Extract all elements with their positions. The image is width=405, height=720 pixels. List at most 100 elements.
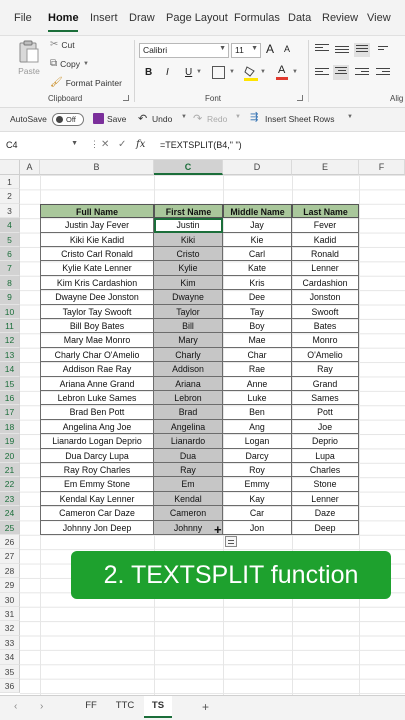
insert-rows-icon[interactable]: ⇶ bbox=[250, 112, 258, 123]
save-icon[interactable] bbox=[93, 113, 104, 124]
cell-full-name[interactable]: Charly Char O'Amelio bbox=[40, 347, 154, 363]
tab-review[interactable]: Review bbox=[322, 12, 358, 24]
save-button[interactable]: Save bbox=[107, 114, 126, 124]
cell-middle-name[interactable]: Kris bbox=[223, 275, 292, 291]
cell-last-name[interactable]: Ronald bbox=[292, 247, 359, 262]
row-header[interactable]: 9 bbox=[0, 290, 20, 305]
align-left-icon[interactable] bbox=[315, 68, 329, 78]
format-painter-button[interactable]: 🖌 Format Painter bbox=[50, 77, 122, 88]
row-header[interactable]: 3 bbox=[0, 203, 20, 219]
tab-page-layout[interactable]: Page Layout bbox=[166, 12, 228, 24]
tab-view[interactable]: View bbox=[367, 12, 391, 24]
row-header[interactable]: 21 bbox=[0, 463, 20, 478]
sheet-tab-ttc[interactable]: TTC bbox=[108, 696, 142, 718]
shrink-font-button[interactable]: A bbox=[284, 44, 290, 54]
cell-last-name[interactable]: Swooft bbox=[292, 304, 359, 319]
row-header[interactable]: 26 bbox=[0, 535, 20, 550]
cell-middle-name[interactable]: Kay bbox=[223, 491, 292, 507]
redo-button[interactable]: Redo bbox=[207, 114, 227, 124]
cell-middle-name[interactable]: Kie bbox=[223, 232, 292, 247]
bold-button[interactable]: B bbox=[145, 67, 152, 78]
cell-full-name[interactable]: Em Emmy Stone bbox=[40, 477, 154, 492]
cell-full-name[interactable]: Lianardo Logan Deprio bbox=[40, 434, 154, 449]
row-header[interactable]: 12 bbox=[0, 333, 20, 348]
font-launcher-icon[interactable] bbox=[297, 95, 303, 101]
cell-first-name[interactable]: Kylie bbox=[154, 261, 223, 276]
cell-middle-name[interactable]: Darcy bbox=[223, 448, 292, 463]
cell-last-name[interactable]: Deep bbox=[292, 520, 359, 535]
column-header-a[interactable]: A bbox=[20, 160, 40, 175]
add-sheet-icon[interactable]: + bbox=[202, 700, 209, 714]
font-size-select[interactable]: 11 ▼ bbox=[231, 43, 261, 58]
row-header[interactable]: 6 bbox=[0, 247, 20, 262]
cell-first-name[interactable]: Bill bbox=[154, 319, 223, 334]
cell-full-name[interactable]: Cameron Car Daze bbox=[40, 506, 154, 521]
cell-full-name[interactable]: Kim Kris Cardashion bbox=[40, 275, 154, 291]
grow-font-button[interactable]: A bbox=[266, 42, 274, 56]
cell-middle-name[interactable]: Luke bbox=[223, 391, 292, 406]
row-header[interactable]: 31 bbox=[0, 607, 20, 622]
tab-home[interactable]: Home bbox=[48, 12, 79, 24]
cell-full-name[interactable]: Addison Rae Ray bbox=[40, 362, 154, 377]
clipboard-launcher-icon[interactable] bbox=[123, 95, 129, 101]
cell-last-name[interactable]: Cardashion bbox=[292, 275, 359, 291]
next-sheet-icon[interactable]: › bbox=[40, 701, 43, 712]
cell-middle-name[interactable]: Dee bbox=[223, 290, 292, 305]
cell-first-name[interactable]: Justin bbox=[154, 218, 223, 233]
cell-last-name[interactable]: Pott bbox=[292, 405, 359, 420]
cell-first-name[interactable]: Lebron bbox=[154, 391, 223, 406]
cell-middle-name[interactable]: Tay bbox=[223, 304, 292, 319]
cell-middle-name[interactable]: Rae bbox=[223, 362, 292, 377]
cell-first-name[interactable]: Taylor bbox=[154, 304, 223, 319]
column-header-b[interactable]: B bbox=[40, 160, 154, 175]
cell-first-name[interactable]: Mary bbox=[154, 333, 223, 348]
cell-last-name[interactable]: Joe bbox=[292, 419, 359, 435]
cell-full-name[interactable]: Taylor Tay Swooft bbox=[40, 304, 154, 319]
name-box[interactable]: C4 ▼ bbox=[6, 138, 78, 154]
row-header[interactable]: 11 bbox=[0, 319, 20, 334]
header-full-name[interactable]: Full Name bbox=[40, 203, 154, 219]
cell-full-name[interactable]: Brad Ben Pott bbox=[40, 405, 154, 420]
cell-first-name[interactable]: Kendal bbox=[154, 491, 223, 507]
row-header[interactable]: 33 bbox=[0, 635, 20, 651]
decrease-indent-icon[interactable] bbox=[376, 68, 390, 78]
cell-middle-name[interactable]: Car bbox=[223, 506, 292, 521]
cell-last-name[interactable]: Charles bbox=[292, 463, 359, 478]
row-header[interactable]: 27 bbox=[0, 549, 20, 564]
cell-last-name[interactable]: Jonston bbox=[292, 290, 359, 305]
cell-last-name[interactable]: Lupa bbox=[292, 448, 359, 463]
insert-function-icon[interactable]: fx bbox=[136, 139, 145, 150]
row-header[interactable]: 20 bbox=[0, 448, 20, 463]
row-header[interactable]: 4 bbox=[0, 218, 20, 233]
redo-icon[interactable]: ↷ bbox=[193, 112, 202, 125]
row-header[interactable]: 18 bbox=[0, 419, 20, 435]
tab-insert[interactable]: Insert bbox=[90, 12, 118, 24]
sheet-tab-ff[interactable]: FF bbox=[76, 696, 106, 718]
tab-formulas[interactable]: Formulas bbox=[234, 12, 280, 24]
formula-input[interactable]: =TEXTSPLIT(B4," ") bbox=[160, 140, 242, 150]
cell-full-name[interactable]: Johnny Jon Deep bbox=[40, 520, 154, 535]
row-header[interactable]: 14 bbox=[0, 362, 20, 377]
cell-middle-name[interactable]: Jon bbox=[223, 520, 292, 535]
undo-button[interactable]: Undo bbox=[152, 114, 172, 124]
row-header[interactable]: 25 bbox=[0, 520, 20, 535]
cell-middle-name[interactable]: Mae bbox=[223, 333, 292, 348]
cell-full-name[interactable]: Justin Jay Fever bbox=[40, 218, 154, 233]
cell-full-name[interactable]: Lebron Luke Sames bbox=[40, 391, 154, 406]
cut-button[interactable]: ✂ Cut bbox=[50, 39, 75, 50]
cell-full-name[interactable]: Kendal Kay Lenner bbox=[40, 491, 154, 507]
prev-sheet-icon[interactable]: ‹ bbox=[14, 701, 17, 712]
cell-first-name[interactable]: Cameron bbox=[154, 506, 223, 521]
borders-button[interactable] bbox=[212, 66, 225, 79]
row-header[interactable]: 13 bbox=[0, 347, 20, 363]
cell-full-name[interactable]: Cristo Carl Ronald bbox=[40, 247, 154, 262]
cell-first-name[interactable]: Johnny bbox=[154, 520, 223, 535]
cell-full-name[interactable]: Bill Boy Bates bbox=[40, 319, 154, 334]
column-header-e[interactable]: E bbox=[292, 160, 359, 175]
cell-first-name[interactable]: Kiki bbox=[154, 232, 223, 247]
cell-last-name[interactable]: Lenner bbox=[292, 491, 359, 507]
align-top-icon[interactable] bbox=[315, 44, 329, 54]
cell-last-name[interactable]: Deprio bbox=[292, 434, 359, 449]
cell-full-name[interactable]: Dua Darcy Lupa bbox=[40, 448, 154, 463]
cell-first-name[interactable]: Ariana bbox=[154, 376, 223, 391]
